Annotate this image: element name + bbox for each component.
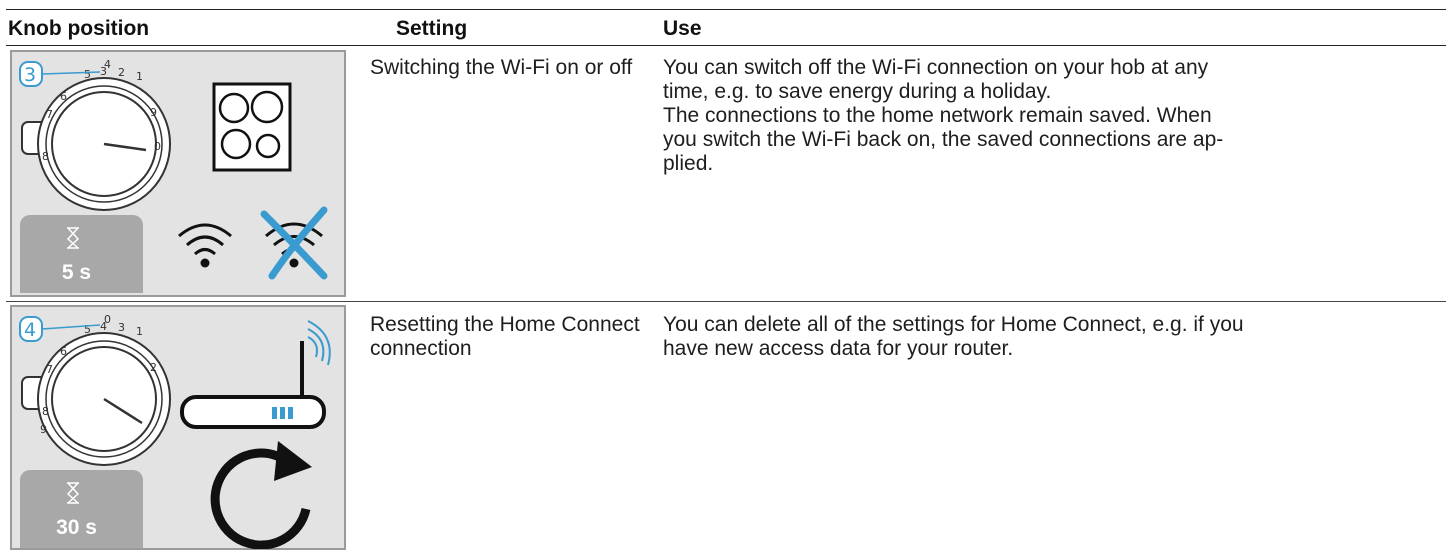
- setting-text: Resetting the Home Connect connection: [370, 313, 640, 360]
- use-text: You can delete all of the settings for H…: [663, 313, 1438, 361]
- dial-mark: 4: [104, 58, 111, 71]
- header-setting: Setting: [396, 17, 468, 40]
- knob-position-number: 4: [24, 319, 36, 341]
- use-text: You can switch off the Wi-Fi connection …: [663, 56, 1438, 176]
- dial-mark: 9: [150, 106, 157, 119]
- knob-position-number: 3: [24, 64, 36, 86]
- dial-mark: 2: [118, 66, 125, 79]
- dial-mark: 1: [136, 70, 143, 83]
- dial-mark: 0: [154, 140, 161, 153]
- hob-icon: [212, 82, 292, 172]
- wifi-on-icon: [178, 223, 232, 268]
- dial-mark: 5: [84, 68, 91, 81]
- dial-mark: 0: [104, 313, 111, 326]
- dial-mark: 8: [42, 405, 49, 418]
- setting-text: Switching the Wi-Fi on or off: [370, 56, 633, 79]
- router-icon: [180, 320, 331, 429]
- dial-mark: 7: [46, 108, 53, 121]
- dial-mark: 6: [60, 345, 67, 358]
- row-divider: [6, 301, 1446, 302]
- dial-mark: 9: [40, 423, 47, 436]
- dial-mark: 7: [46, 363, 53, 376]
- wifi-off-icon: [260, 206, 328, 280]
- use-line: You can switch off the Wi-Fi connection …: [663, 56, 1209, 79]
- hourglass-icon: [66, 227, 80, 249]
- reset-arrow-icon: [210, 441, 312, 549]
- header-knob-position: Knob position: [8, 17, 150, 40]
- use-line: time, e.g. to save energy during a holid…: [663, 80, 1052, 103]
- timer-badge: 5 s: [20, 215, 143, 293]
- timer-label: 5 s: [61, 261, 92, 284]
- use-line: have new access data for your router.: [663, 337, 1014, 360]
- dial-mark: 2: [150, 361, 157, 374]
- use-line: The connections to the home network rema…: [663, 104, 1212, 127]
- knob-dial-icon: 1 2 3 4 5 6 7 8 0 9 3: [19, 58, 171, 211]
- use-line: you switch the Wi-Fi back on, the saved …: [663, 128, 1224, 151]
- knob-illustration-reset: 1 3 4 0 5 6 7 8 9 2 4 30 s: [10, 305, 346, 550]
- header-use: Use: [663, 17, 702, 40]
- knob-illustration-wifi: 1 2 3 4 5 6 7 8 0 9 3 5 s: [10, 50, 346, 297]
- dial-mark: 1: [136, 325, 143, 338]
- use-line: You can delete all of the settings for H…: [663, 313, 1244, 336]
- dial-mark: 8: [42, 150, 49, 163]
- dial-mark: 3: [118, 321, 125, 334]
- dial-mark: 6: [60, 90, 67, 103]
- timer-badge: 30 s: [20, 470, 143, 548]
- hourglass-icon: [66, 482, 80, 504]
- use-line: plied.: [663, 152, 714, 175]
- table-header: Knob position Setting Use: [6, 9, 1446, 46]
- timer-label: 30 s: [56, 516, 97, 539]
- knob-dial-icon: 1 3 4 0 5 6 7 8 9 2 4: [19, 313, 171, 466]
